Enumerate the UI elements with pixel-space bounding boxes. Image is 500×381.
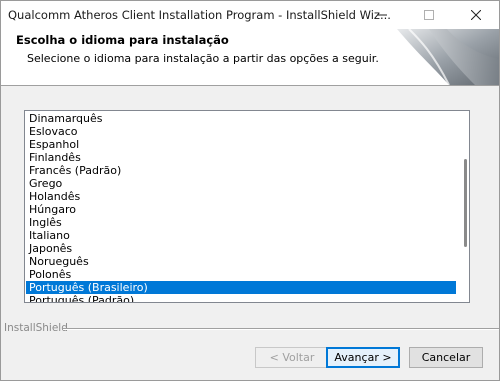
cancel-button[interactable]: Cancelar <box>409 347 483 368</box>
list-item[interactable]: Finlandês <box>26 151 456 164</box>
list-item[interactable]: Eslovaco <box>26 125 456 138</box>
language-listbox[interactable]: Dinamarquês Eslovaco Espanhol Finlandês Fran… <box>24 110 470 303</box>
list-item[interactable]: Italiano <box>26 229 456 242</box>
list-item[interactable]: Húngaro <box>26 203 456 216</box>
maximize-button[interactable] <box>406 1 452 29</box>
wizard-header: Escolha o idioma para instalação Selecio… <box>1 29 499 86</box>
window-title: Qualcomm Atheros Client Installation Pro… <box>8 8 391 22</box>
page-subtitle: Selecione o idioma para instalação a par… <box>27 52 379 65</box>
list-item[interactable]: Grego <box>26 177 456 190</box>
minimize-button[interactable] <box>359 1 405 29</box>
title-bar[interactable]: Qualcomm Atheros Client Installation Pro… <box>1 1 499 29</box>
list-item[interactable]: Francês (Padrão) <box>26 164 456 177</box>
list-item[interactable]: Dinamarquês <box>26 112 456 125</box>
list-item[interactable]: Português (Padrão) <box>26 294 456 302</box>
scrollbar-thumb[interactable] <box>464 159 467 247</box>
close-button[interactable] <box>453 1 499 29</box>
page-title: Escolha o idioma para instalação <box>16 33 229 47</box>
list-item[interactable]: Inglês <box>26 216 456 229</box>
installer-window: Qualcomm Atheros Client Installation Pro… <box>0 0 500 381</box>
language-list: Dinamarquês Eslovaco Espanhol Finlandês Fran… <box>26 112 456 302</box>
list-item[interactable]: Espanhol <box>26 138 456 151</box>
page-curl-graphic-icon <box>389 29 499 85</box>
next-button[interactable]: Avançar > <box>326 347 400 368</box>
list-item[interactable]: Português (Brasileiro) <box>26 281 456 294</box>
installshield-brand: InstallShield <box>4 322 68 334</box>
list-item[interactable]: Japonês <box>26 242 456 255</box>
list-item[interactable]: Norueguês <box>26 255 456 268</box>
minimize-icon <box>377 14 387 16</box>
close-icon <box>471 10 481 20</box>
list-item[interactable]: Polonês <box>26 268 456 281</box>
back-button[interactable]: < Voltar <box>255 347 329 368</box>
maximize-icon <box>424 10 434 20</box>
list-item[interactable]: Holandês <box>26 190 456 203</box>
footer-divider <box>63 328 499 330</box>
